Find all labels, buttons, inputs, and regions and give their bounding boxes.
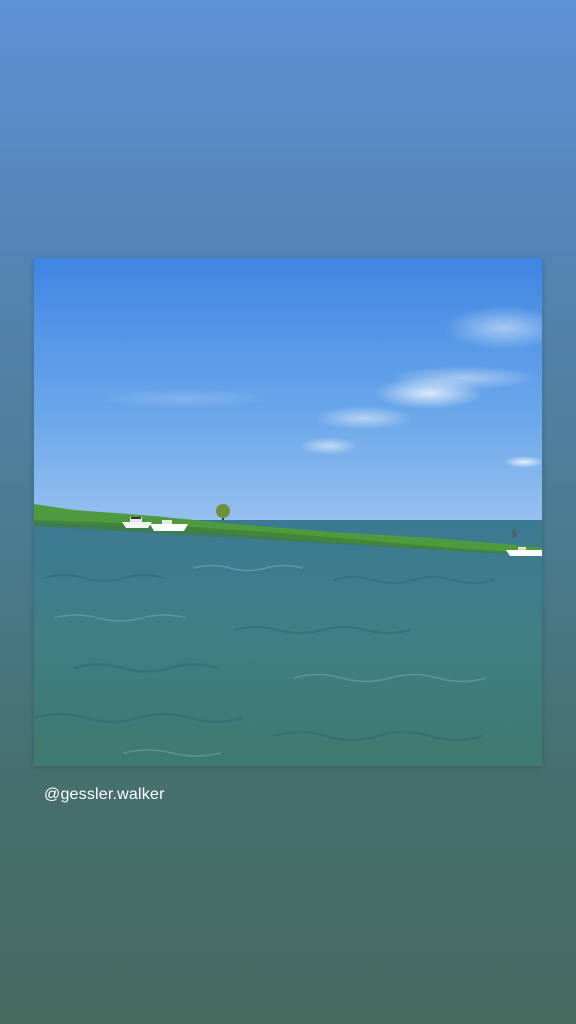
- water: [34, 520, 542, 766]
- story-photo: [34, 258, 542, 766]
- mention-tag[interactable]: @gessler.walker: [44, 786, 165, 804]
- story-view: @gessler.walker: [0, 0, 576, 1024]
- lake-photo-graphic: [34, 258, 542, 766]
